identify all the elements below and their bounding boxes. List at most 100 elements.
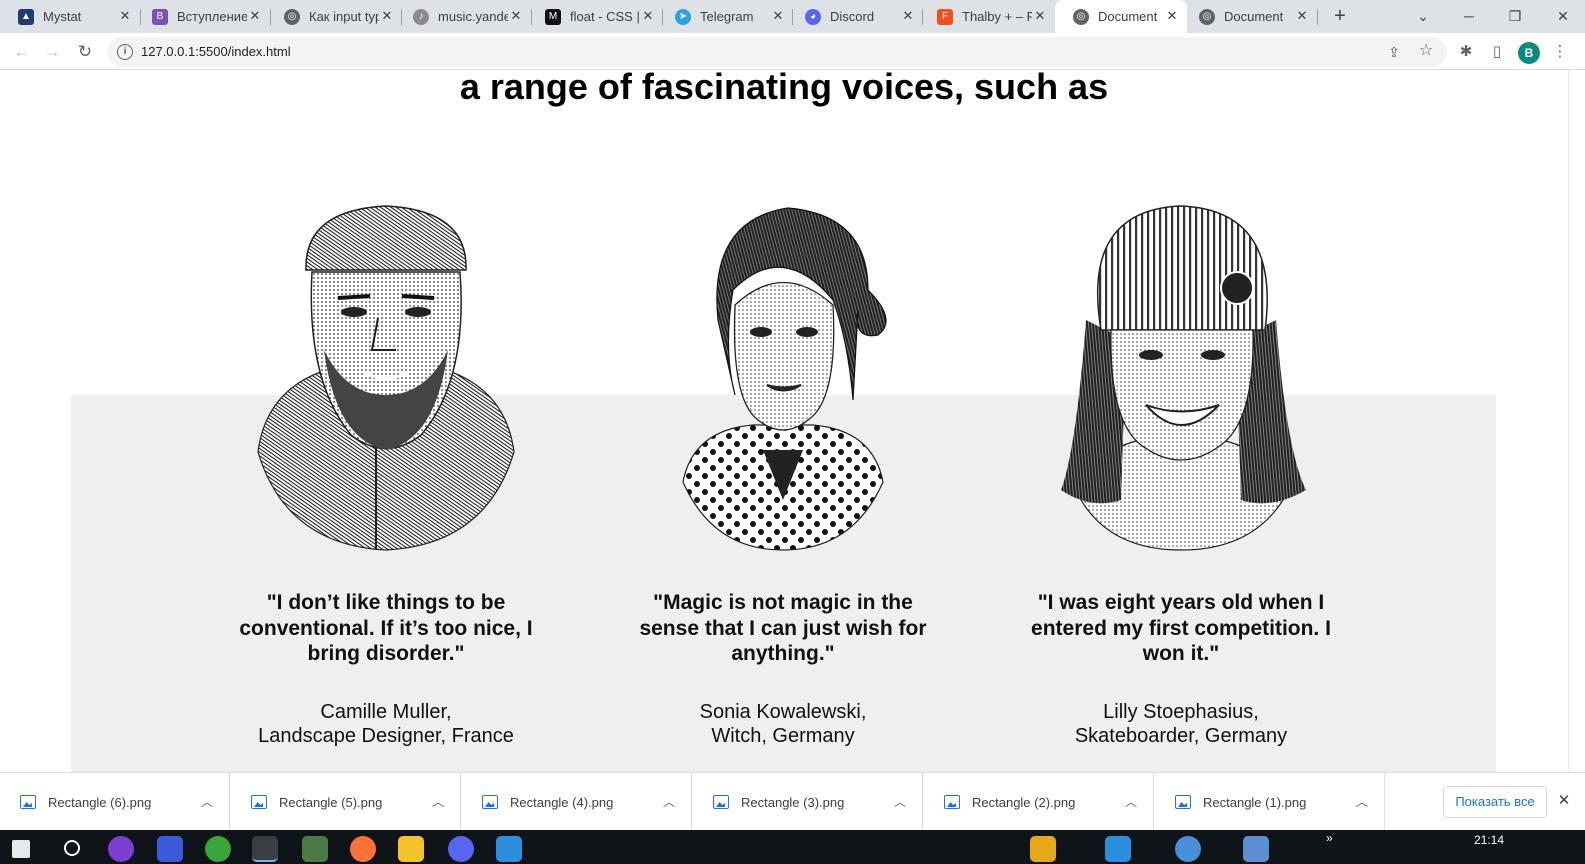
tab-strip: ▲ Mystat ✕ B Вступление. ✕ ◎ Как input t… <box>0 0 1585 33</box>
close-icon[interactable]: ✕ <box>1033 9 1047 23</box>
download-shelf: Rectangle (6).png ︿ Rectangle (5).png ︿ … <box>0 772 1585 831</box>
author-name: Camille Muller, <box>320 700 452 723</box>
close-icon[interactable]: ✕ <box>1295 9 1309 23</box>
tab-separator <box>1317 9 1318 25</box>
save-app-icon[interactable] <box>157 836 183 862</box>
tray-overflow-icon[interactable]: » <box>1326 831 1333 845</box>
author-role: Skateboarder, Germany <box>1074 724 1288 747</box>
tab-float-css[interactable]: M float - CSS | I ✕ <box>527 0 663 33</box>
extensions-icon[interactable]: ✱ <box>1454 40 1478 64</box>
globe-icon: ◎ <box>1073 8 1089 25</box>
globe-icon: ◎ <box>284 8 300 25</box>
tab-search-icon[interactable]: ⌄ <box>1411 4 1435 28</box>
image-file-icon <box>20 795 36 809</box>
chevron-up-icon[interactable]: ︿ <box>201 793 213 810</box>
tab-telegram[interactable]: ➤ Telegram ✕ <box>657 0 793 33</box>
page-scrollbar[interactable] <box>1568 70 1585 772</box>
author-name: Sonia Kowalewski, <box>699 700 867 723</box>
download-item[interactable]: Rectangle (2).png ︿ <box>924 773 1154 831</box>
menu-icon[interactable]: ⋮ <box>1552 40 1568 64</box>
reload-icon[interactable]: ↻ <box>73 40 97 64</box>
page-content: a range of fascinating voices, such as "… <box>0 70 1568 772</box>
testimonial-card: "I don’t like things to be conventional.… <box>176 200 596 748</box>
download-item[interactable]: Rectangle (6).png ︿ <box>0 773 230 831</box>
chrome-icon[interactable] <box>252 836 278 862</box>
file-explorer-icon[interactable] <box>398 836 424 862</box>
telegram-icon: ➤ <box>675 8 691 25</box>
terminal-app-icon[interactable] <box>302 836 328 862</box>
app-tray-icon[interactable] <box>1105 836 1131 862</box>
taskbar-clock[interactable]: 21:14 <box>1474 833 1504 847</box>
close-icon[interactable]: ✕ <box>509 9 523 23</box>
share-icon[interactable]: ⇪ <box>1385 43 1403 61</box>
globe-icon: ◎ <box>1199 8 1215 25</box>
tab-figma[interactable]: F Thalby + – Fi ✕ <box>919 0 1055 33</box>
new-tab-button[interactable]: + <box>1329 5 1351 27</box>
close-icon[interactable]: ✕ <box>1556 791 1572 811</box>
discord-icon[interactable] <box>448 836 474 862</box>
close-icon[interactable]: ✕ <box>1165 9 1179 23</box>
download-item[interactable]: Rectangle (4).png ︿ <box>462 773 692 831</box>
network-tray-icon[interactable] <box>1175 836 1201 862</box>
minimize-button[interactable]: ─ <box>1457 4 1481 28</box>
side-panel-icon[interactable]: ▯ <box>1485 40 1509 64</box>
chevron-up-icon[interactable]: ︿ <box>663 793 675 810</box>
close-icon[interactable]: ✕ <box>118 9 132 23</box>
figma-icon: F <box>937 8 953 25</box>
close-icon[interactable]: ✕ <box>901 9 915 23</box>
testimonial-author: Lilly Stoephasius, Skateboarder, Germany <box>971 700 1391 748</box>
address-bar[interactable]: i 127.0.0.1:5500/index.html ⇪ ☆ <box>107 37 1447 67</box>
close-window-button[interactable]: ✕ <box>1551 4 1575 28</box>
discord-icon: ◕ <box>805 8 821 25</box>
profile-avatar[interactable]: B <box>1518 42 1540 64</box>
folder-tray-icon[interactable] <box>1030 836 1056 862</box>
chevron-up-icon[interactable]: ︿ <box>432 793 444 810</box>
windows-start-icon[interactable] <box>12 840 30 858</box>
download-item[interactable]: Rectangle (3).png ︿ <box>693 773 923 831</box>
tab-input-type[interactable]: ◎ Как input typ ✕ <box>266 0 402 33</box>
info-icon[interactable]: i <box>117 44 133 60</box>
graduation-cap-icon: ▲ <box>18 8 34 25</box>
download-item[interactable]: Rectangle (5).png ︿ <box>231 773 461 831</box>
author-role: Landscape Designer, France <box>258 724 514 747</box>
chevron-up-icon[interactable]: ︿ <box>1356 793 1368 810</box>
tab-document-active[interactable]: ◎ Document ✕ <box>1055 0 1187 33</box>
image-file-icon <box>944 795 960 809</box>
testimonial-card: "Magic is not magic in the sense that I … <box>573 200 993 748</box>
tab-bootstrap[interactable]: B Вступление. ✕ <box>134 0 270 33</box>
tab-music-yandex[interactable]: ♪ music.yande ✕ <box>395 0 531 33</box>
url-text[interactable]: 127.0.0.1:5500/index.html <box>141 44 291 59</box>
search-icon[interactable] <box>64 840 80 856</box>
testimonial-quote: "Magic is not magic in the sense that I … <box>639 591 927 665</box>
close-icon[interactable]: ✕ <box>380 9 394 23</box>
browser-toolbar: ← → ↻ i 127.0.0.1:5500/index.html ⇪ ☆ ✱ … <box>0 33 1585 70</box>
chevron-up-icon[interactable]: ︿ <box>894 793 906 810</box>
firefox-icon[interactable] <box>350 836 376 862</box>
image-file-icon <box>1175 795 1191 809</box>
mask-app-icon[interactable] <box>108 836 134 862</box>
tab-discord[interactable]: ◕ Discord ✕ <box>787 0 923 33</box>
vscode-icon[interactable] <box>496 836 522 862</box>
tab-document[interactable]: ◎ Document ✕ <box>1181 0 1317 33</box>
author-role: Witch, Germany <box>711 724 855 747</box>
testimonial-author: Sonia Kowalewski, Witch, Germany <box>573 700 993 748</box>
os-taskbar: » 21:14 <box>0 830 1585 864</box>
download-item[interactable]: Rectangle (1).png ︿ <box>1155 773 1385 831</box>
close-icon[interactable]: ✕ <box>248 9 262 23</box>
language-tray-icon[interactable] <box>1243 836 1269 862</box>
show-all-downloads-button[interactable]: Показать все <box>1443 786 1547 818</box>
image-file-icon <box>251 795 267 809</box>
portrait-lilly <box>1061 205 1306 551</box>
section-heading: a range of fascinating voices, such as <box>459 70 1109 107</box>
utorrent-icon[interactable] <box>205 836 231 862</box>
chevron-up-icon[interactable]: ︿ <box>1125 793 1137 810</box>
bookmark-star-icon[interactable]: ☆ <box>1417 42 1435 60</box>
image-file-icon <box>713 795 729 809</box>
tab-mystat[interactable]: ▲ Mystat ✕ <box>0 0 140 33</box>
forward-icon[interactable]: → <box>40 40 64 64</box>
close-icon[interactable]: ✕ <box>641 9 655 23</box>
restore-button[interactable]: ❐ <box>1503 4 1527 28</box>
close-icon[interactable]: ✕ <box>771 9 785 23</box>
back-icon[interactable]: ← <box>10 40 34 64</box>
portrait-camille <box>257 205 515 551</box>
